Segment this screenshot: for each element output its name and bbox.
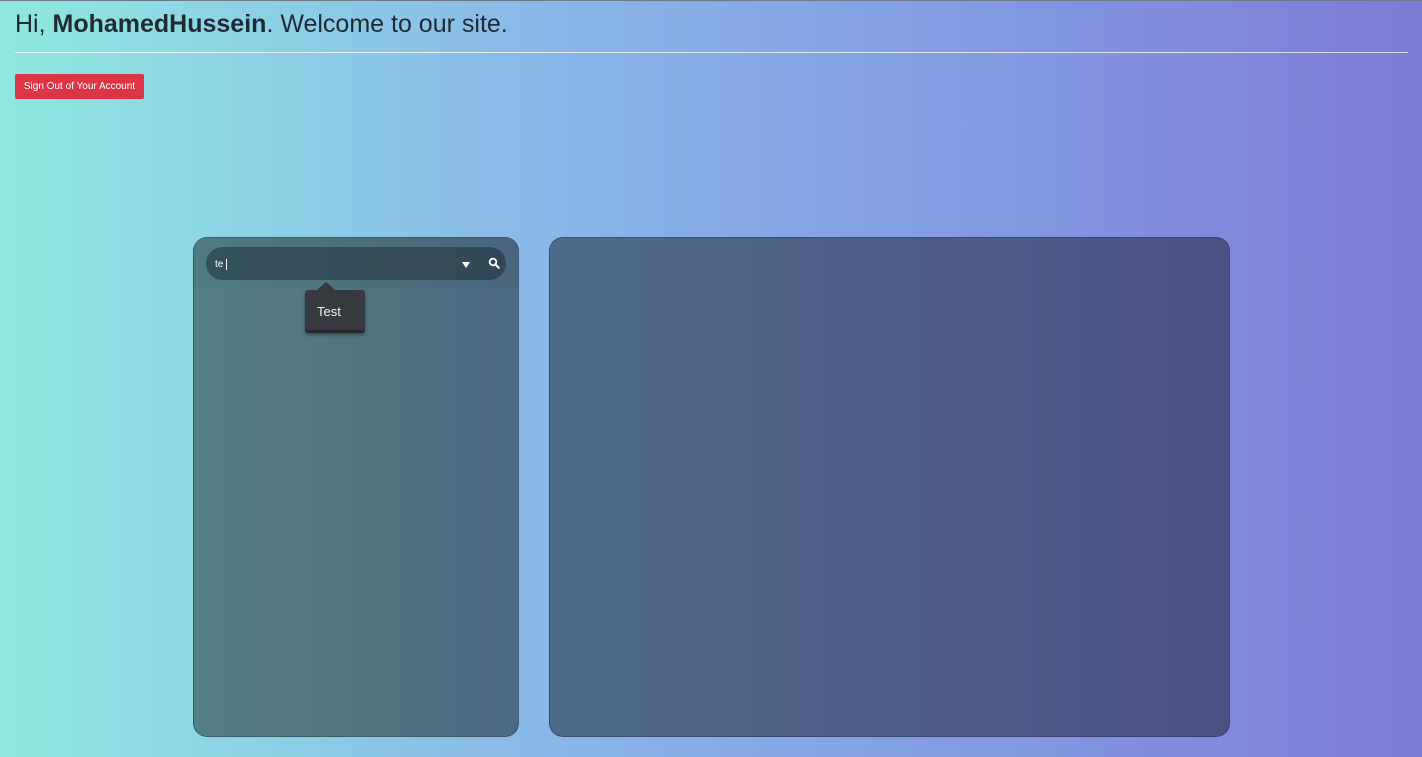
search-panel: Test (193, 237, 519, 737)
username: MohamedHussein (52, 10, 267, 38)
dropdown-arrow-icon[interactable] (462, 262, 470, 268)
search-input[interactable] (215, 254, 445, 274)
greeting-suffix: . Welcome to our site. (266, 10, 508, 38)
header-divider (15, 52, 1408, 53)
sign-out-button[interactable]: Sign Out of Your Account (15, 74, 144, 99)
suggestion-label: Test (317, 304, 341, 319)
search-icon[interactable] (488, 257, 500, 269)
autocomplete-suggestion[interactable]: Test (305, 282, 365, 333)
search-box (206, 247, 506, 280)
content-panel (549, 237, 1230, 737)
text-cursor (226, 259, 227, 270)
welcome-heading: Hi, MohamedHussein. Welcome to our site. (15, 9, 508, 39)
greeting-prefix: Hi, (15, 10, 53, 38)
